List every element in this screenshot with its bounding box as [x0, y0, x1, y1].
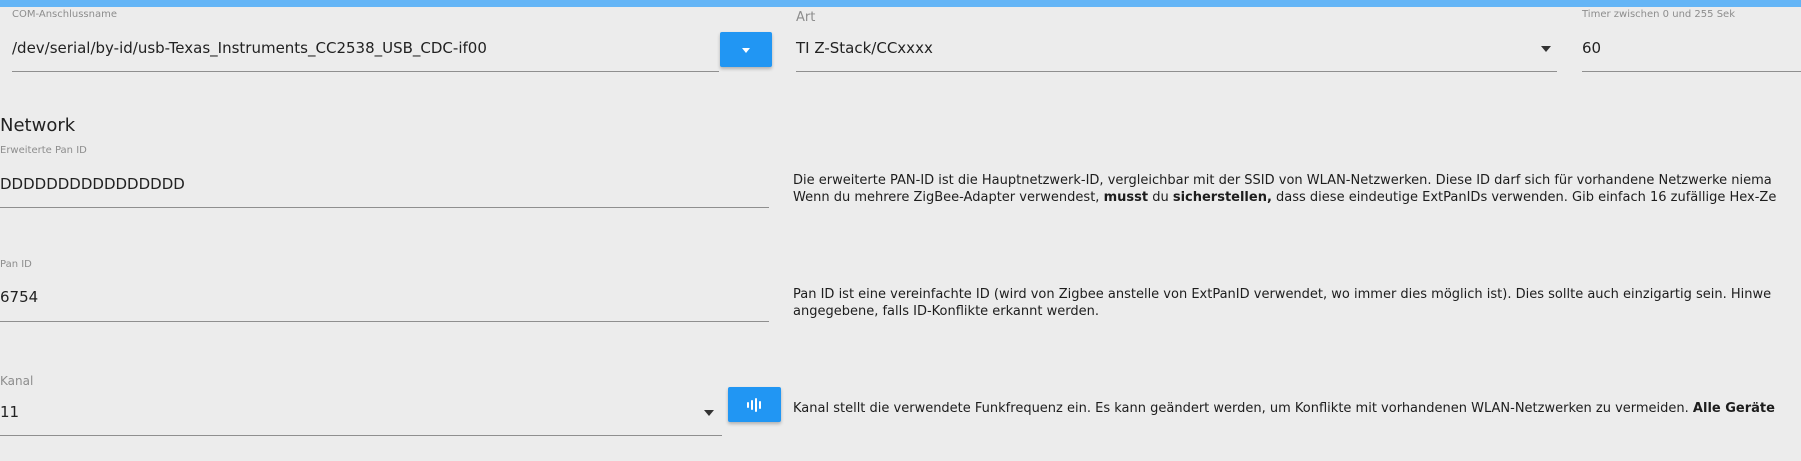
com-port-label: COM-Anschlussname: [12, 9, 117, 20]
channel-desc-emphasis: Alle Geräte: [1692, 401, 1775, 416]
pan-id-description: Pan ID ist eine vereinfachte ID (wird vo…: [793, 286, 1771, 320]
pan-id-desc-line2: angegebene, falls ID-Konflikte erkannt w…: [793, 304, 1099, 319]
pan-id-value: 6754: [0, 288, 39, 306]
chevron-down-icon: [704, 410, 714, 416]
pan-id-desc-line1: Pan ID ist eine vereinfachte ID (wird vo…: [793, 287, 1772, 302]
timer-label: Timer zwischen 0 und 255 Sek: [1582, 9, 1735, 20]
ext-pan-id-desc-line2: Wenn du mehrere ZigBee-Adapter verwendes…: [793, 189, 1776, 206]
type-select[interactable]: TI Z-Stack/CCxxxx: [796, 28, 1557, 72]
waveform-bar: [754, 397, 757, 412]
desc-text: dass diese eindeutige ExtPanIDs verwende…: [1271, 190, 1777, 205]
com-port-value: /dev/serial/by-id/usb-Texas_Instruments_…: [12, 39, 487, 57]
timer-field[interactable]: 60: [1582, 28, 1801, 72]
waveform-icon: [746, 397, 763, 412]
desc-emphasis: musst: [1103, 190, 1149, 205]
ext-pan-id-value: DDDDDDDDDDDDDDDD: [0, 175, 185, 193]
pan-id-label: Pan ID: [0, 259, 32, 270]
channel-select[interactable]: 11: [0, 392, 722, 436]
triangle-down-icon: [742, 47, 750, 53]
com-port-dropdown-button[interactable]: [720, 32, 772, 67]
ext-pan-id-desc-line1: Die erweiterte PAN-ID ist die Hauptnetzw…: [793, 173, 1772, 188]
network-section-title: Network: [0, 115, 76, 136]
timer-value: 60: [1582, 39, 1602, 57]
channel-description: Kanal stellt die verwendete Funkfrequenz…: [793, 400, 1775, 417]
waveform-bar: [758, 400, 761, 409]
type-value: TI Z-Stack/CCxxxx: [796, 39, 933, 57]
com-port-field[interactable]: /dev/serial/by-id/usb-Texas_Instruments_…: [12, 28, 719, 72]
channel-scan-button[interactable]: [728, 387, 781, 422]
waveform-bar: [746, 401, 749, 408]
ext-pan-id-description: Die erweiterte PAN-ID ist die Hauptnetzw…: [793, 172, 1776, 206]
type-label: Art: [796, 10, 816, 25]
desc-text: Wenn du mehrere ZigBee-Adapter verwendes…: [793, 190, 1104, 205]
channel-desc-text: Kanal stellt die verwendete Funkfrequenz…: [793, 401, 1693, 416]
top-bar: [0, 0, 1801, 7]
pan-id-field[interactable]: 6754: [0, 277, 769, 322]
waveform-bar: [750, 399, 753, 410]
ext-pan-id-field[interactable]: DDDDDDDDDDDDDDDD: [0, 164, 769, 208]
ext-pan-id-label: Erweiterte Pan ID: [0, 145, 87, 156]
desc-emphasis: sicherstellen,: [1172, 190, 1272, 205]
channel-label: Kanal: [0, 374, 34, 388]
desc-text: du: [1148, 190, 1173, 205]
channel-value: 11: [0, 403, 20, 421]
chevron-down-icon: [1541, 46, 1551, 52]
